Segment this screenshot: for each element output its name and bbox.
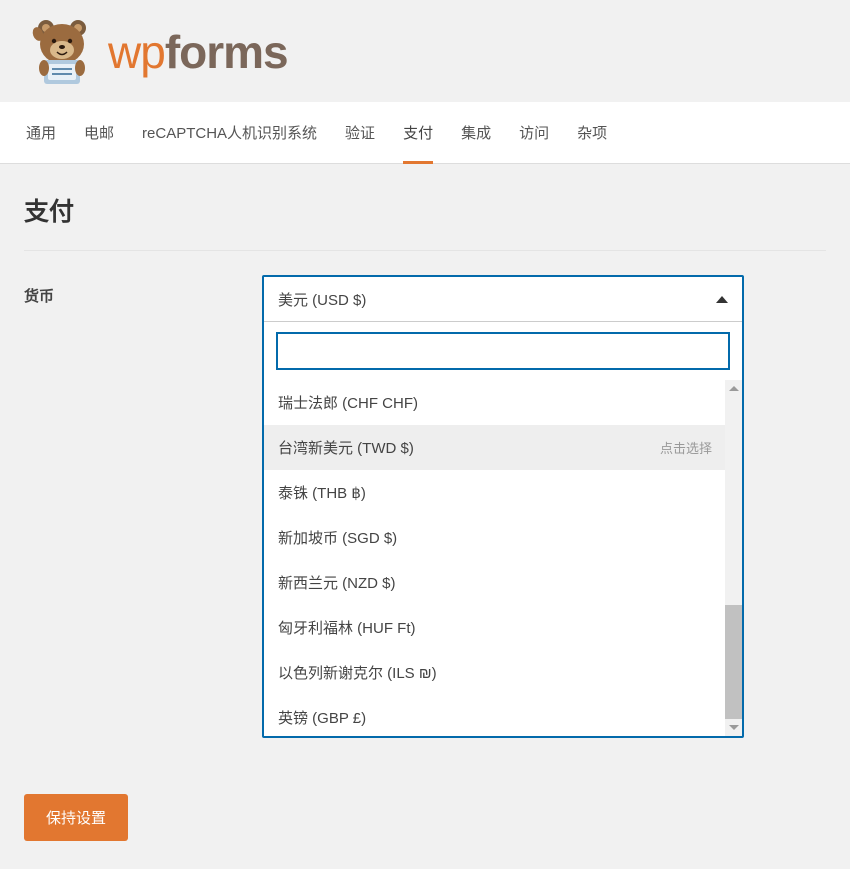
tab-email[interactable]: 电邮 xyxy=(70,102,128,163)
scrollbar-down-button[interactable] xyxy=(725,719,742,736)
scrollbar[interactable] xyxy=(725,380,742,736)
currency-options-wrap: 瑞士法郎 (CHF CHF) 台湾新美元 (TWD $) 点击选择 泰铢 (TH… xyxy=(264,380,742,736)
tab-misc[interactable]: 杂项 xyxy=(563,102,621,163)
brand-wp: wp xyxy=(108,29,165,75)
currency-search-wrap xyxy=(264,321,742,380)
option-twd[interactable]: 台湾新美元 (TWD $) 点击选择 xyxy=(264,425,726,470)
currency-label: 货币 xyxy=(24,275,262,306)
option-label: 瑞士法郎 (CHF CHF) xyxy=(278,392,418,413)
scrollbar-up-button[interactable] xyxy=(725,380,742,397)
field-row-currency: 货币 美元 (USD $) 瑞士法郎 (CHF CHF) 台湾新美元 (TWD … xyxy=(24,251,826,738)
scrollbar-thumb[interactable] xyxy=(725,605,742,719)
option-label: 新西兰元 (NZD $) xyxy=(278,572,396,593)
header-logo: wpforms xyxy=(0,0,850,102)
currency-selected[interactable]: 美元 (USD $) xyxy=(264,277,742,321)
page-title: 支付 xyxy=(24,192,826,251)
currency-selected-text: 美元 (USD $) xyxy=(278,289,366,310)
tabs: 通用 电邮 reCAPTCHA人机识别系统 验证 支付 集成 访问 杂项 xyxy=(0,102,850,164)
option-ils[interactable]: 以色列新谢克尔 (ILS ₪) xyxy=(264,650,726,695)
chevron-down-icon xyxy=(729,725,739,730)
tab-recaptcha[interactable]: reCAPTCHA人机识别系统 xyxy=(128,102,331,163)
brand-forms: forms xyxy=(165,29,288,75)
option-hover-hint: 点击选择 xyxy=(660,438,712,457)
tab-payments[interactable]: 支付 xyxy=(389,102,447,163)
currency-search-input[interactable] xyxy=(276,332,730,370)
option-sgd[interactable]: 新加坡币 (SGD $) xyxy=(264,515,726,560)
option-huf[interactable]: 匈牙利福林 (HUF Ft) xyxy=(264,605,726,650)
option-label: 泰铢 (THB ฿) xyxy=(278,482,366,503)
currency-select[interactable]: 美元 (USD $) 瑞士法郎 (CHF CHF) 台湾新美元 (TWD $) … xyxy=(262,275,744,738)
brand-logo: wpforms xyxy=(26,16,830,88)
tab-validation[interactable]: 验证 xyxy=(331,102,389,163)
save-button[interactable]: 保持设置 xyxy=(24,794,128,841)
option-label: 新加坡币 (SGD $) xyxy=(278,527,397,548)
wpforms-bear-icon xyxy=(26,16,98,88)
chevron-up-icon xyxy=(729,386,739,391)
currency-control: 美元 (USD $) 瑞士法郎 (CHF CHF) 台湾新美元 (TWD $) … xyxy=(262,275,826,738)
option-nzd[interactable]: 新西兰元 (NZD $) xyxy=(264,560,726,605)
option-gbp[interactable]: 英镑 (GBP £) xyxy=(264,695,726,736)
option-thb[interactable]: 泰铢 (THB ฿) xyxy=(264,470,726,515)
option-label: 英镑 (GBP £) xyxy=(278,707,366,728)
tab-access[interactable]: 访问 xyxy=(505,102,563,163)
option-label: 台湾新美元 (TWD $) xyxy=(278,437,414,458)
option-label: 以色列新谢克尔 (ILS ₪) xyxy=(278,662,437,683)
content: 支付 货币 美元 (USD $) 瑞士法郎 (CHF CHF) 台湾新美元 (T… xyxy=(0,164,850,869)
option-chf[interactable]: 瑞士法郎 (CHF CHF) xyxy=(264,380,726,425)
caret-up-icon xyxy=(716,296,728,303)
currency-options[interactable]: 瑞士法郎 (CHF CHF) 台湾新美元 (TWD $) 点击选择 泰铢 (TH… xyxy=(264,380,742,736)
tab-general[interactable]: 通用 xyxy=(12,102,70,163)
save-row: 保持设置 xyxy=(24,794,826,841)
option-label: 匈牙利福林 (HUF Ft) xyxy=(278,617,415,638)
brand-text: wpforms xyxy=(108,29,288,75)
tab-integrations[interactable]: 集成 xyxy=(447,102,505,163)
